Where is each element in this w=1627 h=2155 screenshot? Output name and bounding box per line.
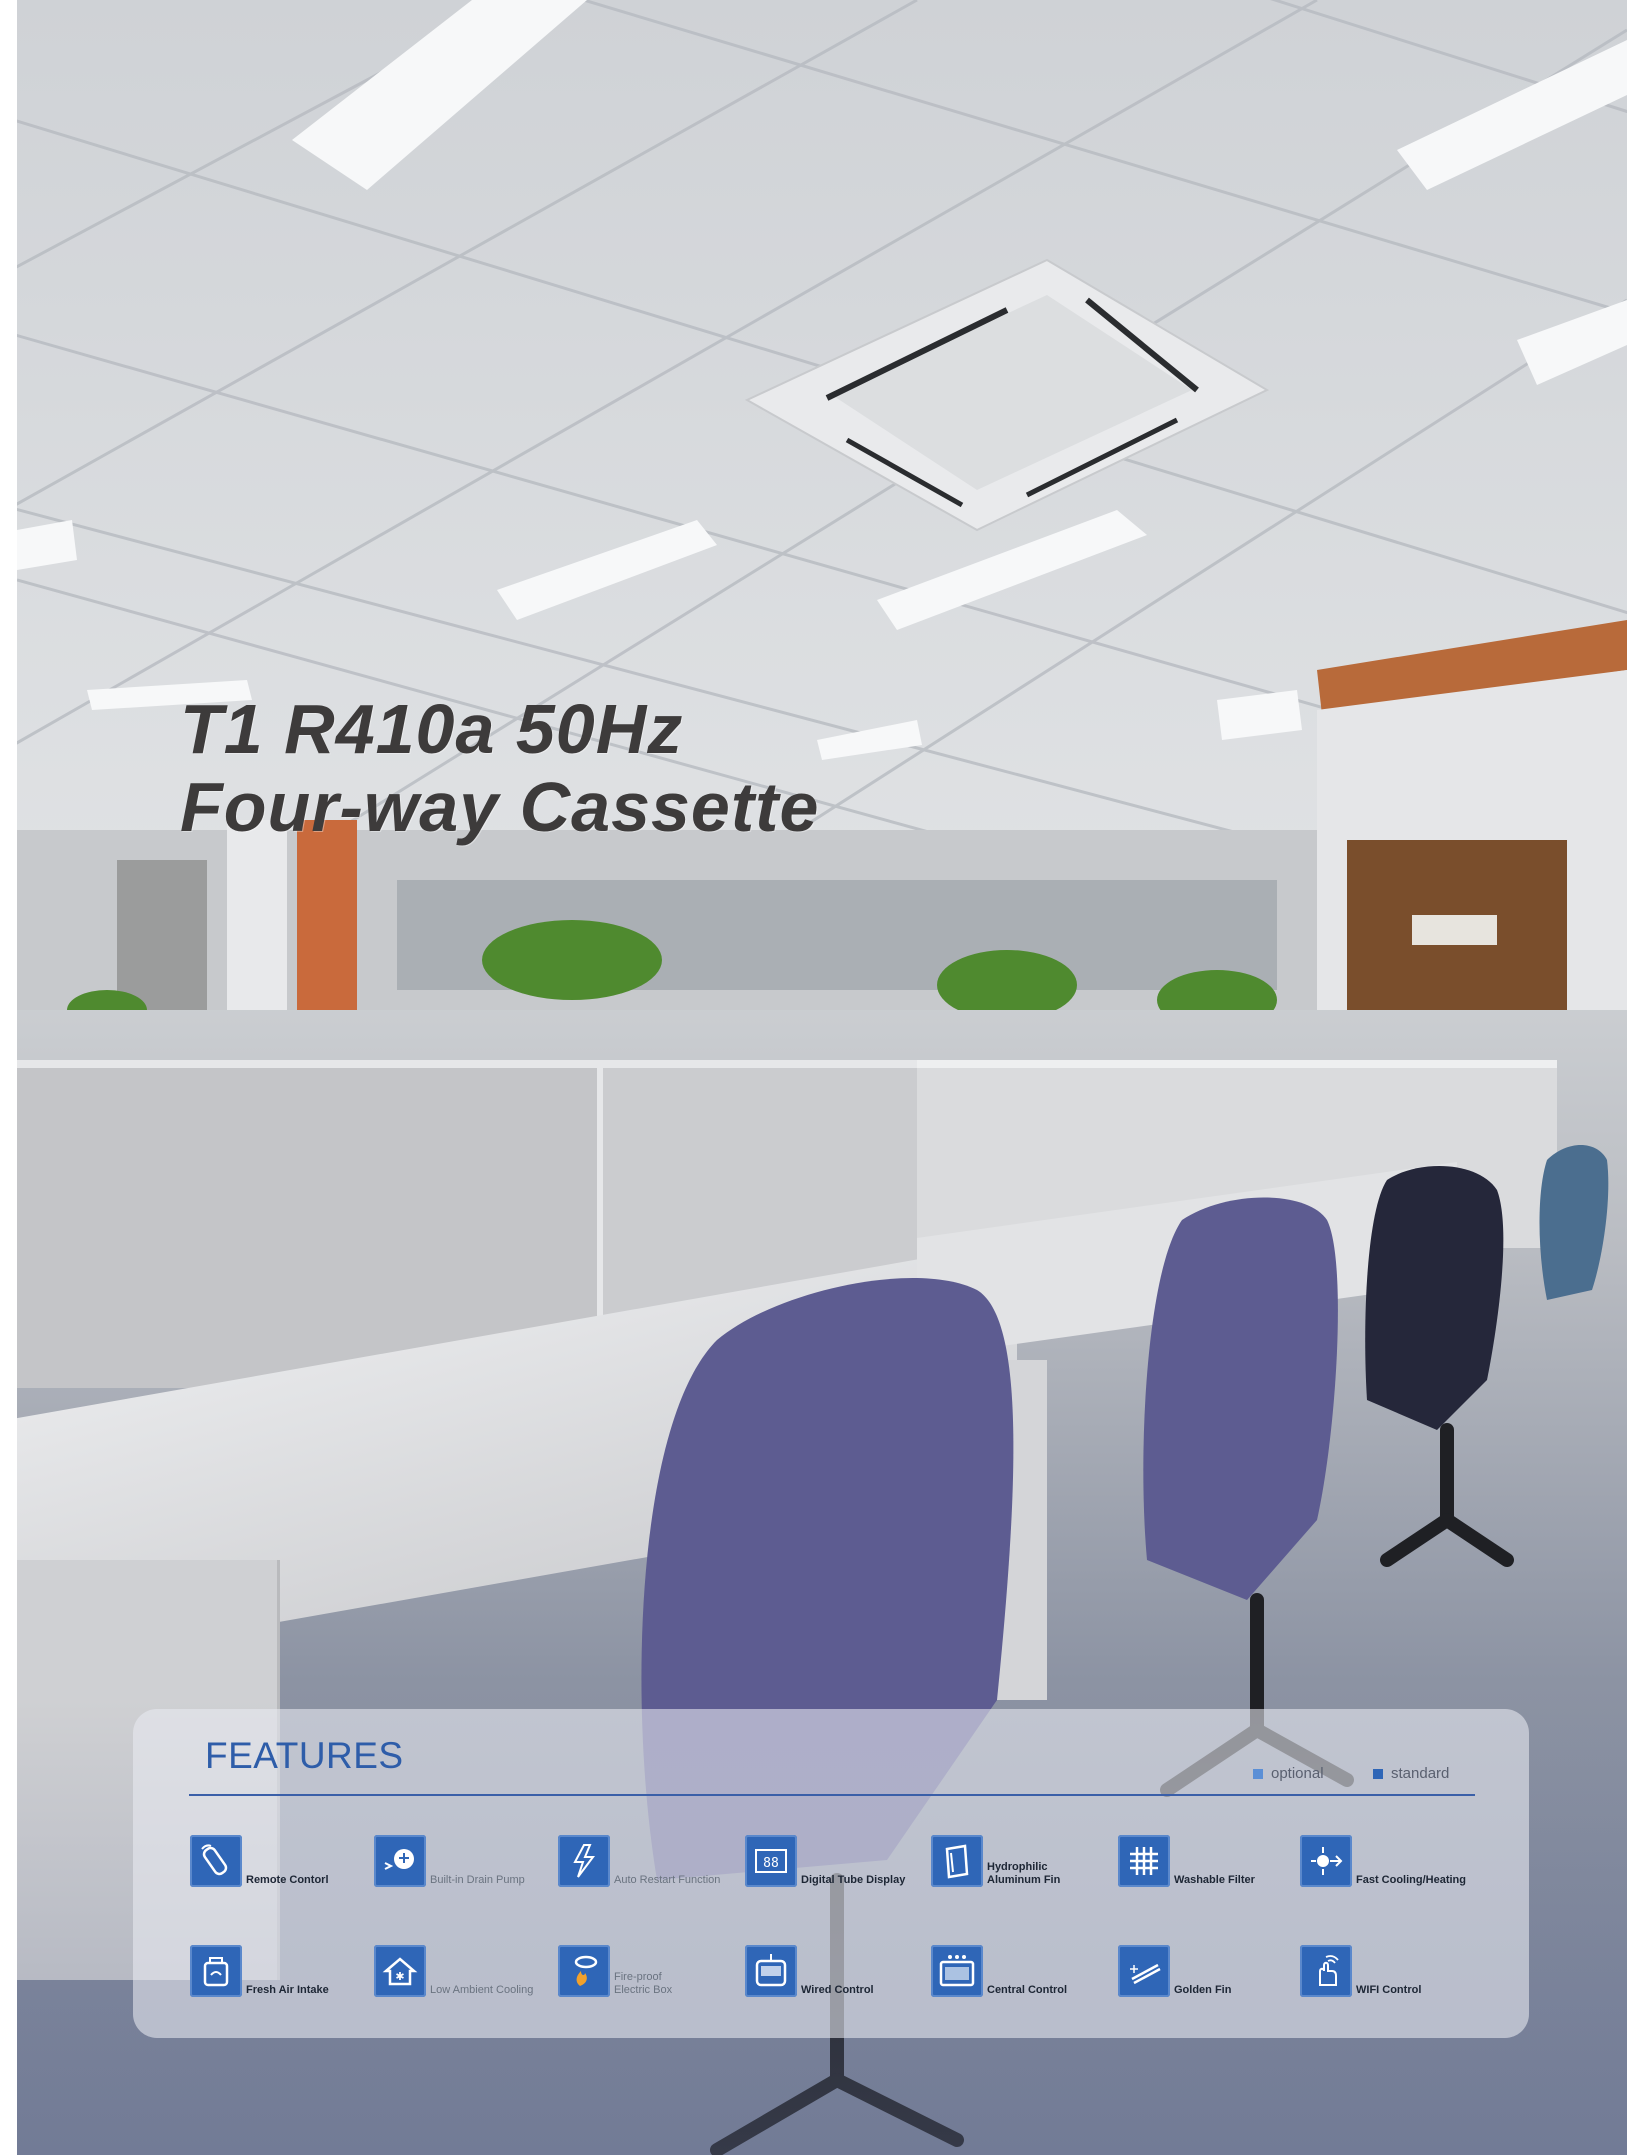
hydrophilic-fin-icon bbox=[931, 1835, 983, 1887]
feature-label: Low Ambient Cooling bbox=[430, 1984, 534, 1996]
feature-label: Wired Control bbox=[801, 1984, 874, 1996]
feature-label: Auto Restart Function bbox=[614, 1874, 721, 1886]
feature-label: Fire-proof Electric Box bbox=[614, 1971, 673, 1996]
feature-hydrophilic-fin: Hydrophilic Aluminum Fin bbox=[931, 1835, 1077, 1887]
feature-fire-proof-box: Fire-proof Electric Box bbox=[558, 1945, 684, 1997]
features-panel: FEATURES optional standard Remote Contor… bbox=[133, 1709, 1529, 2038]
feature-golden-fin: Golden Fin bbox=[1118, 1945, 1231, 1997]
feature-label: Digital Tube Display bbox=[801, 1874, 906, 1886]
digital-display-icon: 88 bbox=[745, 1835, 797, 1887]
legend-standard-swatch bbox=[1373, 1768, 1383, 1779]
fire-proof-icon bbox=[558, 1945, 610, 1997]
feature-drain-pump: Built-in Drain Pump bbox=[374, 1835, 525, 1887]
legend-standard-label: standard bbox=[1391, 1765, 1450, 1782]
features-heading: FEATURES bbox=[205, 1735, 404, 1776]
wired-control-icon bbox=[745, 1945, 797, 1997]
feature-label: Remote Contorl bbox=[246, 1874, 329, 1886]
feature-label: Hydrophilic Aluminum Fin bbox=[987, 1861, 1061, 1886]
feature-label: WIFI Control bbox=[1356, 1984, 1422, 1996]
low-ambient-icon: ✱ bbox=[374, 1945, 426, 1997]
filter-icon bbox=[1118, 1835, 1170, 1887]
product-title-line-2: Four-way Cassette bbox=[180, 768, 820, 846]
feature-label: Built-in Drain Pump bbox=[430, 1874, 525, 1886]
feature-digital-display: 88 Digital Tube Display bbox=[745, 1835, 905, 1887]
legend-standard: standard bbox=[1373, 1765, 1449, 1782]
fast-cooling-icon bbox=[1300, 1835, 1352, 1887]
feature-auto-restart: Auto Restart Function bbox=[558, 1835, 720, 1887]
auto-restart-icon bbox=[558, 1835, 610, 1887]
svg-text:88: 88 bbox=[763, 1856, 779, 1871]
product-title-line-1: T1 R410a 50Hz bbox=[180, 690, 684, 768]
feature-label: Central Control bbox=[987, 1984, 1068, 1996]
feature-label: Fast Cooling/Heating bbox=[1356, 1874, 1466, 1886]
feature-label: Washable Filter bbox=[1174, 1874, 1255, 1886]
wifi-control-icon bbox=[1300, 1945, 1352, 1997]
feature-fresh-air-intake: Fresh Air Intake bbox=[190, 1945, 329, 1997]
central-control-icon bbox=[931, 1945, 983, 1997]
fresh-air-icon bbox=[190, 1945, 242, 1997]
feature-central-control: Central Control bbox=[931, 1945, 1067, 1997]
legend-optional-swatch bbox=[1253, 1768, 1263, 1779]
features-divider bbox=[189, 1794, 1475, 1796]
legend-optional: optional bbox=[1253, 1765, 1324, 1782]
feature-remote-control: Remote Contorl bbox=[190, 1835, 329, 1887]
feature-low-ambient-cooling: ✱ Low Ambient Cooling bbox=[374, 1945, 533, 1997]
ceiling-graphic bbox=[17, 0, 1627, 1010]
feature-label: Golden Fin bbox=[1174, 1984, 1232, 1996]
feature-wifi-control: WIFI Control bbox=[1300, 1945, 1421, 1997]
golden-fin-icon bbox=[1118, 1945, 1170, 1997]
product-title: T1 R410a 50Hz Four-way Cassette bbox=[180, 690, 819, 846]
feature-wired-control: Wired Control bbox=[745, 1945, 874, 1997]
feature-label: Fresh Air Intake bbox=[246, 1984, 329, 1996]
remote-icon bbox=[190, 1835, 242, 1887]
drain-pump-icon bbox=[374, 1835, 426, 1887]
svg-text:✱: ✱ bbox=[395, 1970, 404, 1983]
feature-fast-cooling-heating: Fast Cooling/Heating bbox=[1300, 1835, 1466, 1887]
legend-optional-label: optional bbox=[1271, 1765, 1324, 1782]
feature-washable-filter: Washable Filter bbox=[1118, 1835, 1255, 1887]
